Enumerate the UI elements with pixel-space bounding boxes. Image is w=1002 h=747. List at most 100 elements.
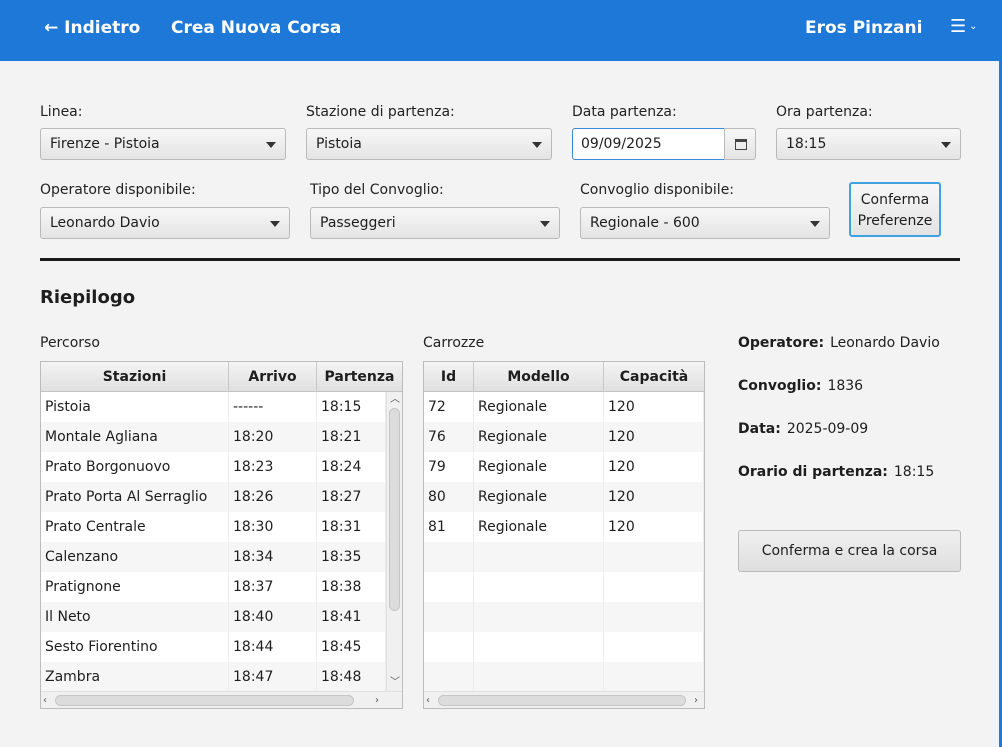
dropdown-arrow-icon bbox=[540, 221, 550, 227]
operatore-label: Operatore disponibile: bbox=[40, 182, 196, 198]
table-cell: 120 bbox=[604, 452, 704, 482]
scroll-right-icon[interactable]: › bbox=[694, 696, 698, 706]
table-row[interactable]: 76 Regionale 120 bbox=[424, 422, 704, 452]
data-label: Data partenza: bbox=[572, 104, 677, 120]
column-header-stazioni[interactable]: Stazioni bbox=[41, 362, 229, 392]
ora-select[interactable]: 18:15 bbox=[776, 128, 961, 160]
table-row[interactable]: 72 Regionale 120 bbox=[424, 392, 704, 422]
carrozze-label: Carrozze bbox=[423, 335, 485, 351]
table-row[interactable] bbox=[424, 662, 704, 692]
table-cell: Regionale bbox=[474, 452, 604, 482]
percorso-table[interactable]: Stazioni Arrivo Partenza Pistoia ------ 18… bbox=[40, 361, 403, 709]
stazione-select[interactable]: Pistoia bbox=[306, 128, 552, 160]
table-cell bbox=[604, 662, 704, 692]
table-cell: Pratignone bbox=[41, 572, 229, 602]
linea-select[interactable]: Firenze - Pistoia bbox=[40, 128, 286, 160]
linea-label: Linea: bbox=[40, 104, 83, 120]
convoglio-label: Convoglio disponibile: bbox=[580, 182, 735, 198]
table-row[interactable]: Pratignone 18:37 18:38 bbox=[41, 572, 386, 602]
info-operatore-label: Operatore: bbox=[738, 335, 825, 351]
info-convoglio-label: Convoglio: bbox=[738, 378, 822, 394]
scroll-left-icon[interactable]: ‹ bbox=[43, 696, 47, 706]
table-cell: 120 bbox=[604, 512, 704, 542]
dropdown-arrow-icon bbox=[810, 221, 820, 227]
dropdown-arrow-icon bbox=[532, 142, 542, 148]
info-data-label: Data: bbox=[738, 421, 781, 437]
table-row[interactable] bbox=[424, 572, 704, 602]
scroll-down-icon[interactable]: ﹀ bbox=[390, 678, 400, 688]
table-cell: 18:34 bbox=[229, 542, 317, 572]
column-header-partenza[interactable]: Partenza bbox=[317, 362, 402, 392]
column-header-capacita[interactable]: Capacità bbox=[604, 362, 704, 392]
table-cell: 18:26 bbox=[229, 482, 317, 512]
table-row[interactable]: Zambra 18:47 18:48 bbox=[41, 662, 386, 692]
table-row[interactable] bbox=[424, 602, 704, 632]
table-cell bbox=[604, 542, 704, 572]
date-value: 09/09/2025 bbox=[581, 136, 662, 152]
operatore-select[interactable]: Leonardo Davio bbox=[40, 207, 290, 239]
table-row[interactable]: Prato Centrale 18:30 18:31 bbox=[41, 512, 386, 542]
ora-label: Ora partenza: bbox=[776, 104, 873, 120]
table-cell: Calenzano bbox=[41, 542, 229, 572]
scroll-up-icon[interactable]: ︿ bbox=[390, 395, 400, 405]
table-cell: Pistoia bbox=[41, 392, 229, 422]
table-row[interactable] bbox=[424, 542, 704, 572]
conferma-preferenze-button[interactable]: Conferma Preferenze bbox=[849, 182, 941, 237]
table-cell bbox=[424, 572, 474, 602]
table-row[interactable]: Prato Porta Al Serraglio 18:26 18:27 bbox=[41, 482, 386, 512]
carrozze-horizontal-scrollbar[interactable]: ‹ › bbox=[424, 691, 704, 708]
table-cell: 120 bbox=[604, 482, 704, 512]
carrozze-table-header: Id Modello Capacità bbox=[424, 362, 704, 392]
table-cell: 18:45 bbox=[317, 632, 386, 662]
table-row[interactable]: Calenzano 18:34 18:35 bbox=[41, 542, 386, 572]
tipo-select[interactable]: Passeggeri bbox=[310, 207, 560, 239]
table-row[interactable]: Il Neto 18:40 18:41 bbox=[41, 602, 386, 632]
table-cell: 18:47 bbox=[229, 662, 317, 692]
hamburger-menu-button[interactable]: ☰ ⌄ bbox=[950, 16, 978, 37]
table-row[interactable]: 81 Regionale 120 bbox=[424, 512, 704, 542]
conferma-preferenze-line2: Preferenze bbox=[857, 213, 933, 229]
percorso-label: Percorso bbox=[40, 335, 100, 351]
table-cell: Zambra bbox=[41, 662, 229, 692]
table-row[interactable]: 79 Regionale 120 bbox=[424, 452, 704, 482]
column-header-id[interactable]: Id bbox=[424, 362, 474, 392]
info-convoglio: Convoglio: 1836 bbox=[738, 378, 863, 394]
column-header-modello[interactable]: Modello bbox=[474, 362, 604, 392]
date-input[interactable]: 09/09/2025 bbox=[572, 128, 725, 160]
table-cell: 120 bbox=[604, 392, 704, 422]
table-cell: 81 bbox=[424, 512, 474, 542]
table-cell bbox=[604, 572, 704, 602]
percorso-vertical-scrollbar[interactable]: ︿ ﹀ bbox=[386, 392, 402, 691]
operatore-value: Leonardo Davio bbox=[50, 215, 160, 231]
date-picker-button[interactable] bbox=[724, 128, 756, 160]
scrollbar-thumb[interactable] bbox=[55, 695, 354, 706]
table-cell: 18:24 bbox=[317, 452, 386, 482]
scrollbar-thumb[interactable] bbox=[438, 695, 686, 706]
linea-value: Firenze - Pistoia bbox=[50, 136, 160, 152]
column-header-arrivo[interactable]: Arrivo bbox=[229, 362, 317, 392]
scroll-left-icon[interactable]: ‹ bbox=[426, 696, 430, 706]
tipo-value: Passeggeri bbox=[320, 215, 396, 231]
convoglio-select[interactable]: Regionale - 600 bbox=[580, 207, 830, 239]
tipo-label: Tipo del Convoglio: bbox=[310, 182, 444, 198]
carrozze-table[interactable]: Id Modello Capacità 72 Regionale 120 76 Regi… bbox=[423, 361, 705, 709]
conferma-crea-corsa-button[interactable]: Conferma e crea la corsa bbox=[738, 530, 961, 572]
table-cell: 72 bbox=[424, 392, 474, 422]
table-row[interactable]: Sesto Fiorentino 18:44 18:45 bbox=[41, 632, 386, 662]
scrollbar-thumb[interactable] bbox=[389, 408, 400, 611]
table-row[interactable]: Pistoia ------ 18:15 bbox=[41, 392, 386, 422]
table-row[interactable]: 80 Regionale 120 bbox=[424, 482, 704, 512]
table-cell: 18:41 bbox=[317, 602, 386, 632]
table-row[interactable]: Montale Agliana 18:20 18:21 bbox=[41, 422, 386, 452]
table-cell: 18:27 bbox=[317, 482, 386, 512]
dropdown-arrow-icon bbox=[270, 221, 280, 227]
percorso-horizontal-scrollbar[interactable]: ‹ › bbox=[41, 691, 402, 708]
table-row[interactable] bbox=[424, 632, 704, 662]
scroll-right-icon[interactable]: › bbox=[375, 696, 379, 706]
dropdown-arrow-icon bbox=[941, 142, 951, 148]
table-cell bbox=[474, 662, 604, 692]
table-cell: 18:38 bbox=[317, 572, 386, 602]
back-button[interactable]: ← Indietro bbox=[44, 18, 140, 38]
table-cell: 76 bbox=[424, 422, 474, 452]
table-row[interactable]: Prato Borgonuovo 18:23 18:24 bbox=[41, 452, 386, 482]
